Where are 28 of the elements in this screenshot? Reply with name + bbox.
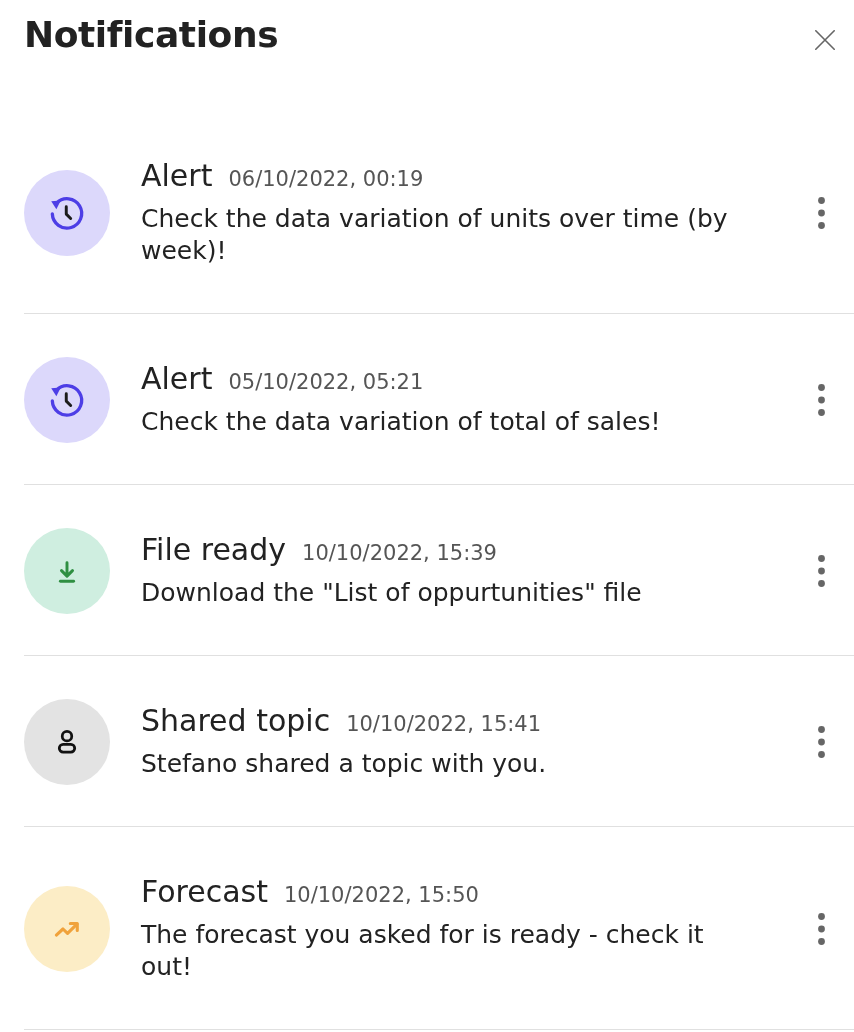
download-icon [24,527,110,614]
notification-title: Shared topic [141,703,331,739]
notification-message: Download the "List of oppurtunities" file [141,577,643,609]
notification-title: File ready [141,532,287,568]
history-icon [24,356,110,443]
close-icon [815,30,835,50]
more-vertical-icon [817,383,825,416]
notification-time: 06/10/2022, 00:19 [228,166,424,192]
history-icon [24,169,110,256]
notification-time: 05/10/2022, 05:21 [228,369,424,395]
notification-message: Stefano shared a topic with you. [141,748,548,780]
notification-time: 10/10/2022, 15:39 [302,540,497,566]
notification-message: The forecast you asked for is ready - check it out! [141,919,705,983]
notification-time: 10/10/2022, 15:41 [346,711,542,737]
more-vertical-icon [817,554,825,587]
close-button[interactable] [813,28,837,52]
panel-title: Notifications [24,13,279,57]
notification-message: Check the data variation of total of sales! [141,406,662,438]
trend-up-icon [24,885,110,972]
person-icon [24,698,110,785]
notification-title: Forecast [141,874,268,910]
notification-message: Check the data variation of units over time (by week)! [141,203,729,267]
more-vertical-icon [817,725,825,758]
more-vertical-icon [817,196,825,229]
notification-title: Alert [141,361,213,397]
more-vertical-icon [817,912,825,945]
notification-title: Alert [141,158,213,194]
notification-time: 10/10/2022, 15:50 [283,882,479,908]
